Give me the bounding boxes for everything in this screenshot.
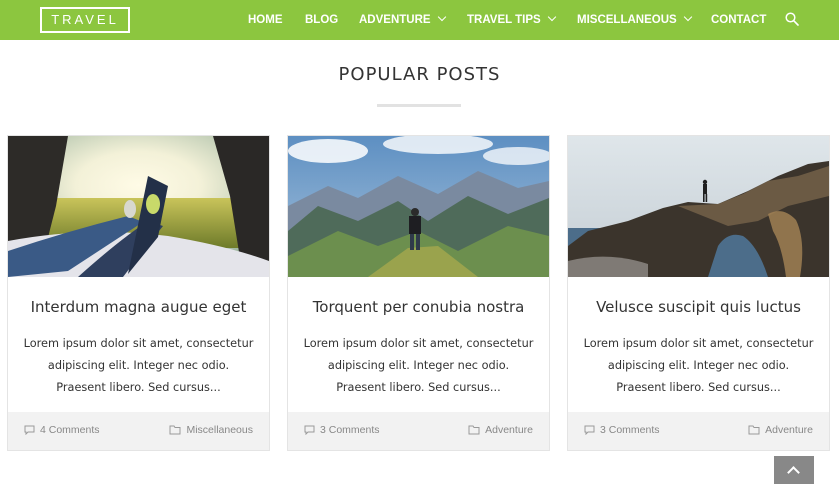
nav-travel-tips[interactable]: TRAVEL TIPS xyxy=(467,0,556,40)
nav-travel-tips-label: TRAVEL TIPS xyxy=(467,14,541,26)
category-link[interactable]: Adventure xyxy=(468,424,533,436)
post-image-hiker-mountains[interactable] xyxy=(288,136,549,277)
post-card: Velusce suscipit quis luctus Lorem ipsum… xyxy=(567,135,830,451)
post-meta: 3 Comments Adventure xyxy=(568,412,829,450)
chevron-down-icon xyxy=(547,12,556,22)
section-title: POPULAR POSTS xyxy=(338,64,501,85)
comments-link[interactable]: 4 Comments xyxy=(24,424,100,436)
post-image-rock-arch[interactable] xyxy=(568,136,829,277)
comments-count: 3 Comments xyxy=(320,424,380,436)
post-meta: 4 Comments Miscellaneous xyxy=(8,412,269,450)
nav-home-label: HOME xyxy=(248,14,283,26)
post-card: Interdum magna augue eget Lorem ipsum do… xyxy=(7,135,270,451)
comments-link[interactable]: 3 Comments xyxy=(304,424,380,436)
comment-icon xyxy=(24,425,35,436)
category-label: Adventure xyxy=(765,424,813,436)
nav-miscellaneous[interactable]: MISCELLANEOUS xyxy=(577,0,692,40)
nav-home[interactable]: HOME xyxy=(248,0,283,40)
nav-blog[interactable]: BLOG xyxy=(305,0,338,40)
comments-count: 4 Comments xyxy=(40,424,100,436)
site-logo[interactable]: TRAVEL xyxy=(40,7,130,33)
nav-contact-label: CONTACT xyxy=(711,14,767,26)
post-image-legs-in-car[interactable] xyxy=(8,136,269,277)
nav-adventure-label: ADVENTURE xyxy=(359,14,431,26)
category-link[interactable]: Miscellaneous xyxy=(169,424,253,436)
chevron-up-icon xyxy=(787,466,800,479)
nav-miscellaneous-label: MISCELLANEOUS xyxy=(577,14,677,26)
nav-blog-label: BLOG xyxy=(305,14,339,26)
chevron-down-icon xyxy=(437,12,446,22)
back-to-top-button[interactable] xyxy=(774,456,814,484)
comments-count: 3 Comments xyxy=(600,424,660,436)
post-card: Torquent per conubia nostra Lorem ipsum … xyxy=(287,135,550,451)
category-label: Adventure xyxy=(485,424,533,436)
search-icon[interactable] xyxy=(785,12,799,26)
comments-link[interactable]: 3 Comments xyxy=(584,424,660,436)
post-excerpt: Lorem ipsum dolor sit amet, consectetur … xyxy=(583,337,814,394)
comment-icon xyxy=(304,425,315,436)
post-title[interactable]: Torquent per conubia nostra xyxy=(288,298,549,316)
nav-adventure[interactable]: ADVENTURE xyxy=(359,0,446,40)
post-title[interactable]: Velusce suscipit quis luctus xyxy=(568,298,829,316)
category-link[interactable]: Adventure xyxy=(748,424,813,436)
chevron-down-icon xyxy=(683,12,692,22)
folder-icon xyxy=(748,425,760,435)
comment-icon xyxy=(584,425,595,436)
top-navbar: TRAVEL HOME BLOG ADVENTURE TRAVEL TIPS M… xyxy=(0,0,839,40)
nav-contact[interactable]: CONTACT xyxy=(711,0,766,40)
post-title[interactable]: Interdum magna augue eget xyxy=(8,298,269,316)
folder-icon xyxy=(468,425,480,435)
post-excerpt: Lorem ipsum dolor sit amet, consectetur … xyxy=(23,337,254,394)
title-divider xyxy=(377,104,461,107)
post-meta: 3 Comments Adventure xyxy=(288,412,549,450)
post-excerpt: Lorem ipsum dolor sit amet, consectetur … xyxy=(303,337,534,394)
folder-icon xyxy=(169,425,181,435)
category-label: Miscellaneous xyxy=(186,424,253,436)
